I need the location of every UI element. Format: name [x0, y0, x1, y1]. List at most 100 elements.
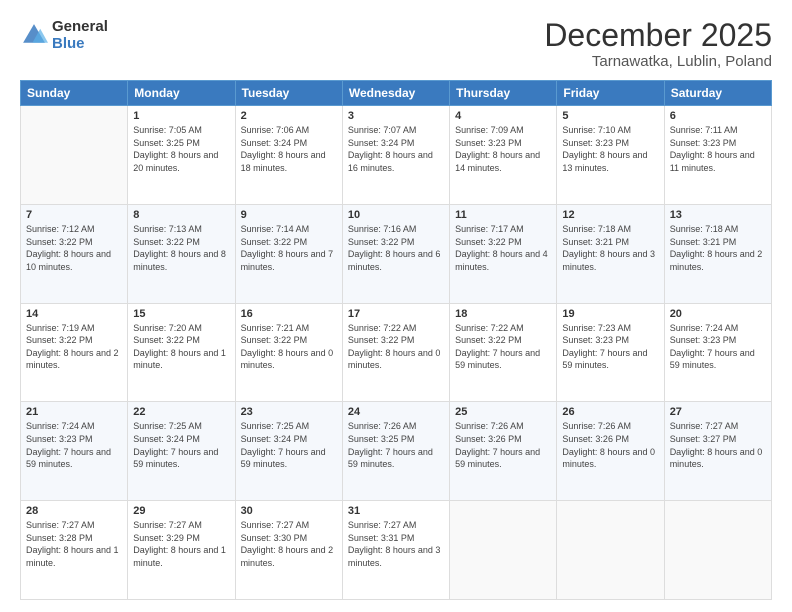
day-number: 19 — [562, 308, 658, 320]
day-info: Sunrise: 7:27 AMSunset: 3:27 PMDaylight:… — [670, 420, 766, 470]
weekday-header-monday: Monday — [128, 81, 235, 106]
calendar-cell: 9 Sunrise: 7:14 AMSunset: 3:22 PMDaylight… — [235, 204, 342, 303]
calendar-cell: 21 Sunrise: 7:24 AMSunset: 3:23 PMDayligh… — [21, 402, 128, 501]
calendar-cell: 16Sunrise: 7:21 AMSunset: 3:22 PMDayligh… — [235, 303, 342, 402]
day-info: Sunrise: 7:24 AMSunset: 3:23 PMDaylight:… — [26, 420, 122, 470]
day-info: Sunrise: 7:18 AMSunset: 3:21 PMDaylight:… — [670, 223, 766, 273]
day-info: Sunrise: 7:23 AMSunset: 3:23 PMDaylight:… — [562, 322, 658, 372]
day-number: 2 — [241, 110, 337, 122]
week-row-1: 1 Sunrise: 7:05 AMSunset: 3:25 PMDaylight… — [21, 106, 772, 205]
day-info: Sunrise: 7:05 AMSunset: 3:25 PMDaylight:… — [133, 124, 229, 174]
calendar-cell — [557, 501, 664, 600]
weekday-header-saturday: Saturday — [664, 81, 771, 106]
weekday-header-friday: Friday — [557, 81, 664, 106]
calendar-cell: 23 Sunrise: 7:25 AMSunset: 3:24 PMDayligh… — [235, 402, 342, 501]
week-row-3: 14Sunrise: 7:19 AMSunset: 3:22 PMDayligh… — [21, 303, 772, 402]
day-info: Sunrise: 7:06 AMSunset: 3:24 PMDaylight:… — [241, 124, 337, 174]
title-block: December 2025 Tarnawatka, Lublin, Poland — [544, 18, 772, 70]
day-number: 29 — [133, 505, 229, 517]
weekday-header-wednesday: Wednesday — [342, 81, 449, 106]
calendar-cell: 24Sunrise: 7:26 AMSunset: 3:25 PMDayligh… — [342, 402, 449, 501]
day-info: Sunrise: 7:14 AMSunset: 3:22 PMDaylight:… — [241, 223, 337, 273]
subtitle: Tarnawatka, Lublin, Poland — [544, 53, 772, 70]
main-title: December 2025 — [544, 18, 772, 53]
calendar-cell: 3 Sunrise: 7:07 AMSunset: 3:24 PMDaylight… — [342, 106, 449, 205]
day-number: 21 — [26, 406, 122, 418]
logo: General Blue — [20, 18, 108, 52]
calendar-cell: 30Sunrise: 7:27 AMSunset: 3:30 PMDayligh… — [235, 501, 342, 600]
calendar-cell: 2 Sunrise: 7:06 AMSunset: 3:24 PMDaylight… — [235, 106, 342, 205]
calendar-cell — [664, 501, 771, 600]
day-number: 11 — [455, 209, 551, 221]
day-number: 17 — [348, 308, 444, 320]
day-info: Sunrise: 7:25 AMSunset: 3:24 PMDaylight:… — [133, 420, 229, 470]
day-number: 31 — [348, 505, 444, 517]
day-number: 18 — [455, 308, 551, 320]
day-info: Sunrise: 7:16 AMSunset: 3:22 PMDaylight:… — [348, 223, 444, 273]
calendar-cell: 15Sunrise: 7:20 AMSunset: 3:22 PMDayligh… — [128, 303, 235, 402]
day-number: 10 — [348, 209, 444, 221]
calendar-cell: 29Sunrise: 7:27 AMSunset: 3:29 PMDayligh… — [128, 501, 235, 600]
day-info: Sunrise: 7:25 AMSunset: 3:24 PMDaylight:… — [241, 420, 337, 470]
weekday-header-sunday: Sunday — [21, 81, 128, 106]
calendar-cell — [21, 106, 128, 205]
day-number: 12 — [562, 209, 658, 221]
day-info: Sunrise: 7:27 AMSunset: 3:31 PMDaylight:… — [348, 519, 444, 569]
calendar-cell: 11 Sunrise: 7:17 AMSunset: 3:22 PMDayligh… — [450, 204, 557, 303]
day-info: Sunrise: 7:10 AMSunset: 3:23 PMDaylight:… — [562, 124, 658, 174]
day-info: Sunrise: 7:26 AMSunset: 3:26 PMDaylight:… — [562, 420, 658, 470]
day-info: Sunrise: 7:09 AMSunset: 3:23 PMDaylight:… — [455, 124, 551, 174]
day-info: Sunrise: 7:27 AMSunset: 3:28 PMDaylight:… — [26, 519, 122, 569]
page: General Blue December 2025 Tarnawatka, L… — [0, 0, 792, 612]
header: General Blue December 2025 Tarnawatka, L… — [20, 18, 772, 70]
calendar-cell: 18 Sunrise: 7:22 AMSunset: 3:22 PMDayligh… — [450, 303, 557, 402]
day-info: Sunrise: 7:22 AMSunset: 3:22 PMDaylight:… — [455, 322, 551, 372]
day-number: 5 — [562, 110, 658, 122]
day-number: 3 — [348, 110, 444, 122]
day-info: Sunrise: 7:26 AMSunset: 3:25 PMDaylight:… — [348, 420, 444, 470]
calendar-cell: 14Sunrise: 7:19 AMSunset: 3:22 PMDayligh… — [21, 303, 128, 402]
weekday-header-row: SundayMondayTuesdayWednesdayThursdayFrid… — [21, 81, 772, 106]
day-number: 9 — [241, 209, 337, 221]
calendar-cell: 20Sunrise: 7:24 AMSunset: 3:23 PMDayligh… — [664, 303, 771, 402]
week-row-4: 21 Sunrise: 7:24 AMSunset: 3:23 PMDayligh… — [21, 402, 772, 501]
calendar-cell: 17 Sunrise: 7:22 AMSunset: 3:22 PMDayligh… — [342, 303, 449, 402]
day-number: 16 — [241, 308, 337, 320]
day-number: 28 — [26, 505, 122, 517]
day-number: 23 — [241, 406, 337, 418]
weekday-header-thursday: Thursday — [450, 81, 557, 106]
calendar-cell: 1 Sunrise: 7:05 AMSunset: 3:25 PMDaylight… — [128, 106, 235, 205]
day-info: Sunrise: 7:07 AMSunset: 3:24 PMDaylight:… — [348, 124, 444, 174]
calendar-cell: 4Sunrise: 7:09 AMSunset: 3:23 PMDaylight… — [450, 106, 557, 205]
day-number: 30 — [241, 505, 337, 517]
day-number: 25 — [455, 406, 551, 418]
calendar-cell: 12 Sunrise: 7:18 AMSunset: 3:21 PMDayligh… — [557, 204, 664, 303]
calendar-cell: 7Sunrise: 7:12 AMSunset: 3:22 PMDaylight… — [21, 204, 128, 303]
calendar-table: SundayMondayTuesdayWednesdayThursdayFrid… — [20, 80, 772, 600]
day-number: 26 — [562, 406, 658, 418]
day-number: 8 — [133, 209, 229, 221]
day-info: Sunrise: 7:19 AMSunset: 3:22 PMDaylight:… — [26, 322, 122, 372]
day-info: Sunrise: 7:22 AMSunset: 3:22 PMDaylight:… — [348, 322, 444, 372]
calendar-cell: 8 Sunrise: 7:13 AMSunset: 3:22 PMDaylight… — [128, 204, 235, 303]
calendar-cell: 10 Sunrise: 7:16 AMSunset: 3:22 PMDayligh… — [342, 204, 449, 303]
day-info: Sunrise: 7:11 AMSunset: 3:23 PMDaylight:… — [670, 124, 766, 174]
day-number: 15 — [133, 308, 229, 320]
day-number: 6 — [670, 110, 766, 122]
day-info: Sunrise: 7:13 AMSunset: 3:22 PMDaylight:… — [133, 223, 229, 273]
calendar-cell: 28 Sunrise: 7:27 AMSunset: 3:28 PMDayligh… — [21, 501, 128, 600]
day-info: Sunrise: 7:12 AMSunset: 3:22 PMDaylight:… — [26, 223, 122, 273]
day-number: 20 — [670, 308, 766, 320]
calendar-cell: 26 Sunrise: 7:26 AMSunset: 3:26 PMDayligh… — [557, 402, 664, 501]
day-info: Sunrise: 7:17 AMSunset: 3:22 PMDaylight:… — [455, 223, 551, 273]
day-number: 13 — [670, 209, 766, 221]
day-info: Sunrise: 7:26 AMSunset: 3:26 PMDaylight:… — [455, 420, 551, 470]
calendar-cell: 19 Sunrise: 7:23 AMSunset: 3:23 PMDayligh… — [557, 303, 664, 402]
calendar-cell: 31 Sunrise: 7:27 AMSunset: 3:31 PMDayligh… — [342, 501, 449, 600]
day-number: 27 — [670, 406, 766, 418]
calendar-cell: 22 Sunrise: 7:25 AMSunset: 3:24 PMDayligh… — [128, 402, 235, 501]
day-info: Sunrise: 7:18 AMSunset: 3:21 PMDaylight:… — [562, 223, 658, 273]
logo-text: General Blue — [52, 18, 108, 52]
day-number: 22 — [133, 406, 229, 418]
day-number: 1 — [133, 110, 229, 122]
